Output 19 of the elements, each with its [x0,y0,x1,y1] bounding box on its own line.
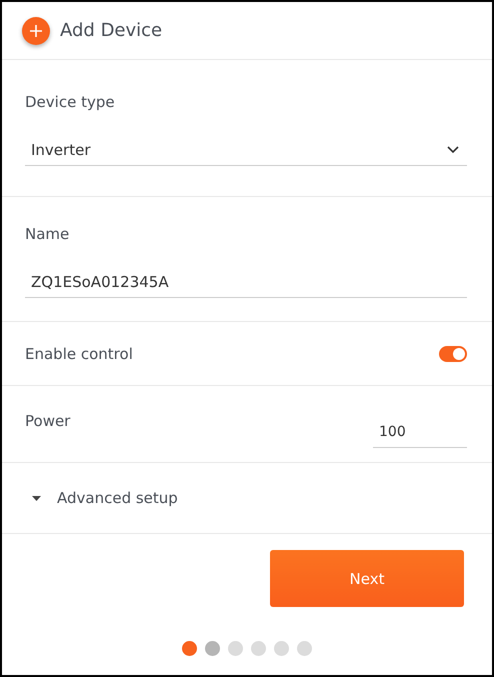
toggle-switch[interactable] [439,346,467,362]
advanced-setup-toggle[interactable]: Advanced setup [32,489,178,507]
step-dot[interactable] [228,641,243,656]
name-input[interactable]: ZQ1ESoA012345A [25,266,467,298]
toggle-label: Enable control [25,344,133,362]
power-input[interactable]: 100 [373,416,467,448]
add-icon [22,16,50,44]
step-dot[interactable] [205,641,220,656]
caret-icon [32,496,41,500]
field-label: Device type [25,93,116,111]
step-dot[interactable] [182,641,197,656]
field-label: Name [25,225,70,243]
device-type-dropdown[interactable]: Inverter [25,134,467,166]
dialog-title: Add Device [60,20,162,41]
field-label: Power [25,412,70,432]
chevron-down-icon [447,146,459,154]
step-dot[interactable] [274,641,289,656]
step-dot[interactable] [251,641,266,656]
step-dot[interactable] [297,641,312,656]
